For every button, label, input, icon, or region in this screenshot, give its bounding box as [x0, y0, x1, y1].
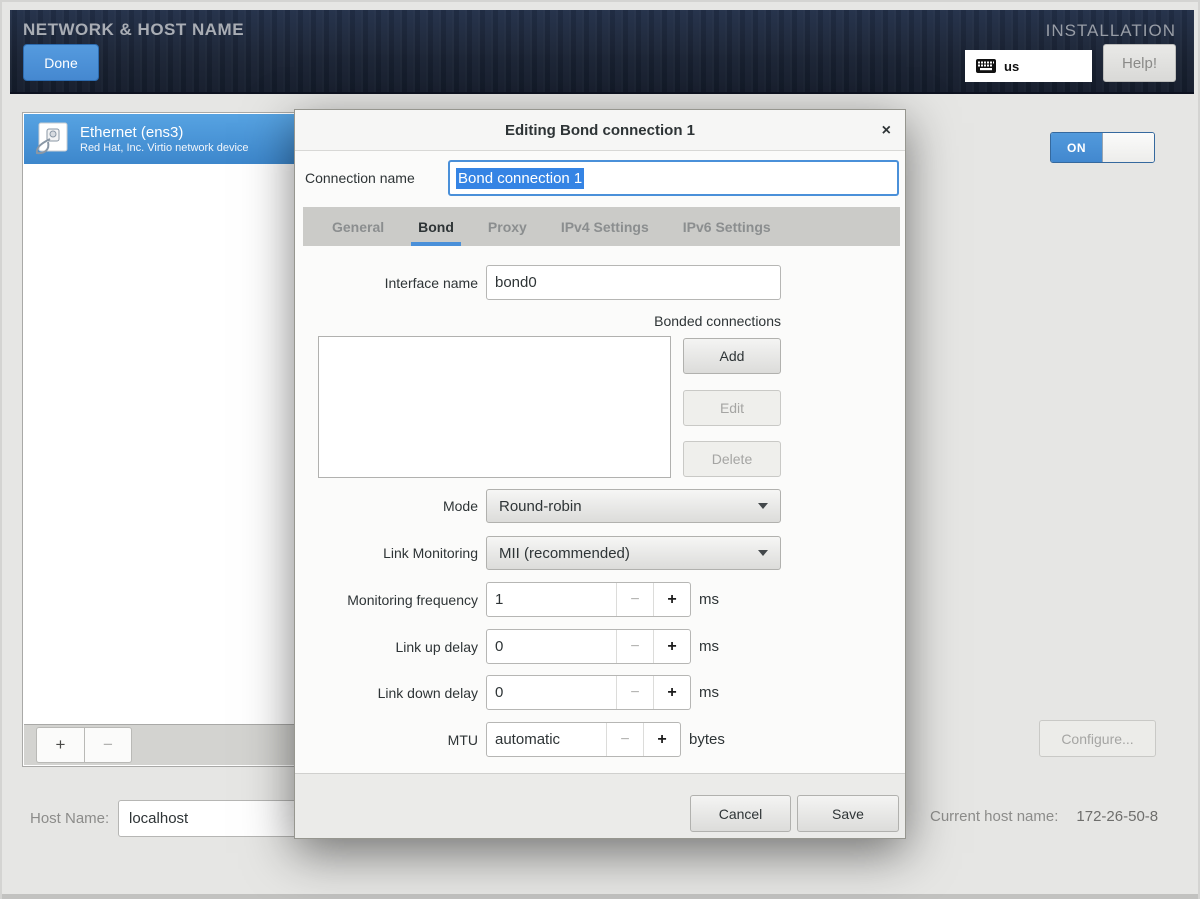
link-monitoring-label: Link Monitoring	[303, 536, 478, 570]
link-up-delay-unit: ms	[699, 629, 719, 664]
add-device-button[interactable]: +	[36, 727, 84, 763]
keyboard-layout-code: us	[1004, 59, 1019, 74]
monitoring-frequency-input[interactable]	[487, 583, 616, 616]
current-hostname-label: Current host name:	[930, 808, 1058, 825]
edit-bond-dialog: Editing Bond connection 1 × Connection n…	[294, 109, 906, 839]
plus-icon[interactable]: +	[653, 676, 690, 709]
save-button[interactable]: Save	[797, 795, 899, 832]
remove-device-button[interactable]: −	[84, 727, 132, 763]
tab-proxy[interactable]: Proxy	[471, 207, 544, 246]
plus-icon[interactable]: +	[653, 583, 690, 616]
page-title: NETWORK & HOST NAME	[23, 20, 244, 40]
ethernet-icon	[34, 122, 68, 156]
tab-ipv4-settings[interactable]: IPv4 Settings	[544, 207, 666, 246]
mode-label: Mode	[303, 489, 478, 523]
device-list-toolbar: + −	[24, 724, 340, 765]
mode-value: Round-robin	[499, 498, 582, 515]
current-hostname: Current host name: 172-26-50-8	[930, 808, 1158, 825]
link-up-delay-spinner: − +	[486, 629, 691, 664]
monitoring-frequency-label: Monitoring frequency	[303, 582, 478, 617]
link-up-delay-label: Link up delay	[303, 629, 478, 664]
device-title: Ethernet (ens3)	[80, 124, 249, 142]
tab-bond[interactable]: Bond	[401, 207, 471, 246]
plus-icon[interactable]: +	[653, 630, 690, 663]
mode-dropdown[interactable]: Round-robin	[486, 489, 781, 523]
help-button[interactable]: Help!	[1103, 44, 1176, 82]
cancel-button[interactable]: Cancel	[690, 795, 791, 832]
link-down-delay-unit: ms	[699, 675, 719, 710]
plus-icon[interactable]: +	[643, 723, 680, 756]
toggle-on-label: ON	[1051, 133, 1102, 162]
interface-name-input[interactable]	[486, 265, 781, 300]
bonded-connections-list[interactable]	[318, 336, 671, 478]
hostname-label: Host Name:	[30, 800, 109, 837]
mtu-spinner: − +	[486, 722, 681, 757]
minus-icon[interactable]: −	[616, 583, 653, 616]
keyboard-layout-indicator[interactable]: us	[965, 50, 1092, 82]
monitoring-frequency-spinner: − +	[486, 582, 691, 617]
chevron-down-icon	[758, 503, 768, 509]
link-down-delay-label: Link down delay	[303, 675, 478, 710]
current-hostname-value: 172-26-50-8	[1076, 808, 1158, 825]
minus-icon[interactable]: −	[606, 723, 643, 756]
tab-ipv6-settings[interactable]: IPv6 Settings	[666, 207, 788, 246]
dialog-tabbar: General Bond Proxy IPv4 Settings IPv6 Se…	[303, 207, 900, 246]
bonded-connections-label: Bonded connections	[486, 313, 781, 329]
link-monitoring-dropdown[interactable]: MII (recommended)	[486, 536, 781, 570]
link-down-delay-input[interactable]	[487, 676, 616, 709]
dialog-title: Editing Bond connection 1	[505, 122, 695, 139]
monitoring-frequency-unit: ms	[699, 582, 719, 617]
selected-text: Bond connection 1	[456, 168, 584, 189]
minus-icon[interactable]: −	[616, 630, 653, 663]
add-bond-button[interactable]: Add	[683, 338, 781, 374]
mtu-unit: bytes	[689, 722, 725, 757]
dialog-footer: Cancel Save	[295, 773, 905, 838]
header: NETWORK & HOST NAME Done INSTALLATION us…	[10, 10, 1194, 94]
close-icon[interactable]: ×	[882, 110, 891, 151]
interface-name-label: Interface name	[303, 265, 478, 300]
chevron-down-icon	[758, 550, 768, 556]
connection-name-input[interactable]: Bond connection 1	[448, 160, 899, 196]
link-up-delay-input[interactable]	[487, 630, 616, 663]
screen-bottom-edge	[2, 894, 1198, 899]
mtu-input[interactable]	[487, 723, 606, 756]
device-subtitle: Red Hat, Inc. Virtio network device	[80, 142, 249, 155]
dialog-titlebar: Editing Bond connection 1 ×	[295, 110, 905, 151]
installation-label: INSTALLATION	[1046, 21, 1176, 41]
mtu-label: MTU	[303, 722, 478, 757]
done-button[interactable]: Done	[23, 44, 99, 81]
configure-button[interactable]: Configure...	[1039, 720, 1156, 757]
connection-name-label: Connection name	[305, 160, 415, 196]
minus-icon[interactable]: −	[616, 676, 653, 709]
network-hostname-screen: NETWORK & HOST NAME Done INSTALLATION us…	[0, 0, 1200, 899]
link-down-delay-spinner: − +	[486, 675, 691, 710]
device-list-item-ens3[interactable]: Ethernet (ens3) Red Hat, Inc. Virtio net…	[24, 114, 340, 164]
delete-bond-button[interactable]: Delete	[683, 441, 781, 477]
toggle-knob[interactable]	[1102, 133, 1154, 162]
keyboard-icon	[976, 59, 996, 73]
link-monitoring-value: MII (recommended)	[499, 545, 630, 562]
edit-bond-button[interactable]: Edit	[683, 390, 781, 426]
tab-general[interactable]: General	[315, 207, 401, 246]
network-on-off-toggle[interactable]: ON	[1050, 132, 1155, 163]
